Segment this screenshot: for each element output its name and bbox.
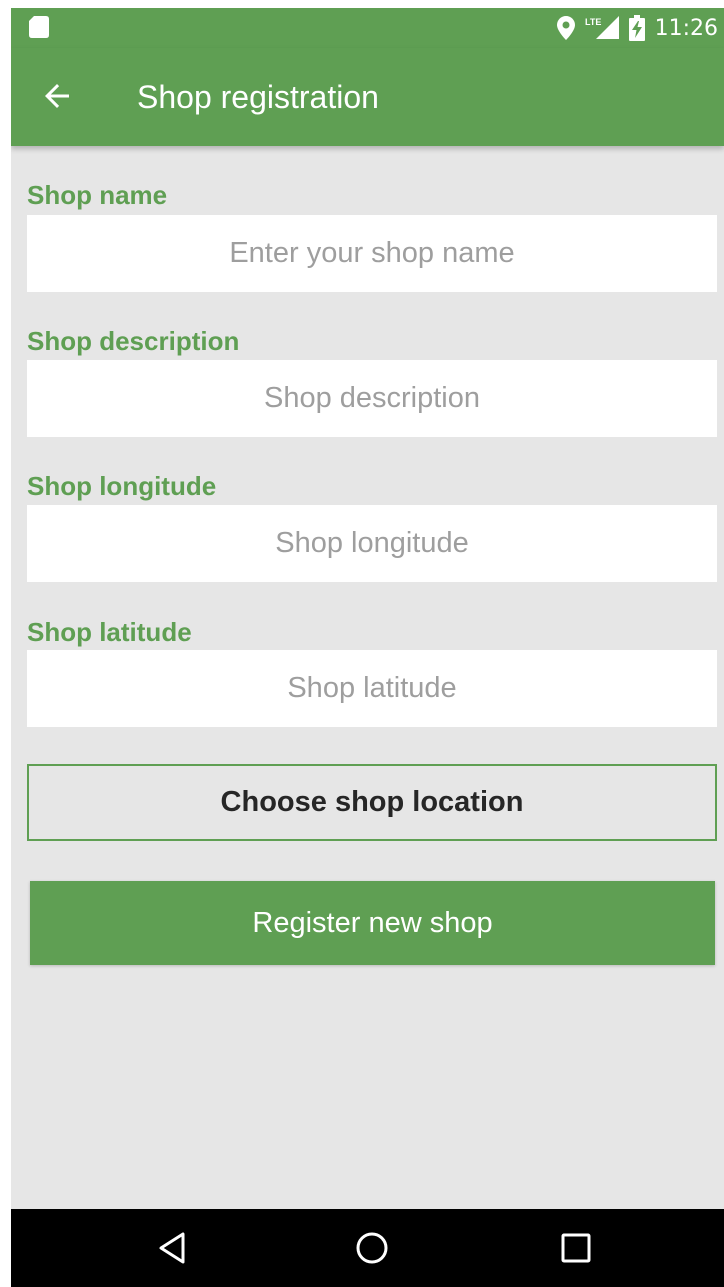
page-title: Shop registration [137, 79, 379, 115]
status-bar: LTE 11:26 [11, 8, 724, 48]
battery-charging-icon [628, 15, 645, 41]
navigation-bar [11, 1209, 724, 1287]
shop-name-label: Shop name [27, 180, 168, 210]
nav-home-icon[interactable] [352, 1228, 392, 1268]
status-icons: LTE 11:26 [556, 8, 718, 48]
shop-description-input[interactable] [27, 360, 717, 437]
status-time: 11:26 [654, 15, 718, 41]
screen: LTE 11:26 Shop registration Shop name Sh… [11, 8, 724, 1287]
network-label: LTE [585, 17, 601, 27]
nav-back-icon[interactable] [153, 1228, 193, 1268]
choose-shop-location-button[interactable]: Choose shop location [27, 764, 717, 841]
shop-description-label: Shop description [27, 326, 240, 356]
shop-latitude-input[interactable] [27, 650, 717, 727]
shop-name-input[interactable] [27, 215, 717, 292]
app-bar: Shop registration [11, 48, 724, 146]
lte-signal-icon: LTE [585, 16, 619, 39]
shop-longitude-label: Shop longitude [27, 471, 217, 501]
register-new-shop-button[interactable]: Register new shop [30, 881, 715, 965]
sd-card-icon [29, 16, 49, 38]
location-pin-icon [556, 16, 575, 40]
shop-longitude-input[interactable] [27, 505, 717, 582]
shop-latitude-label: Shop latitude [27, 617, 192, 647]
arrow-back-icon[interactable] [39, 78, 75, 114]
nav-recents-icon[interactable] [556, 1228, 596, 1268]
